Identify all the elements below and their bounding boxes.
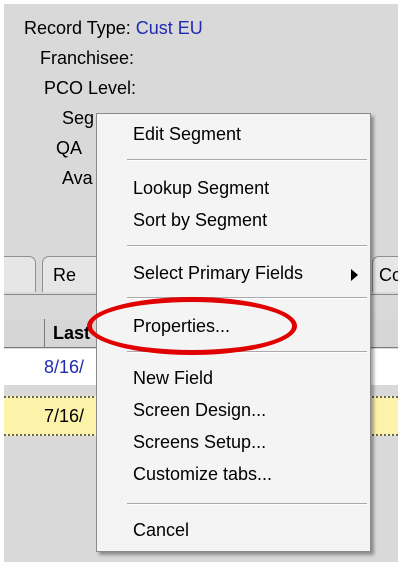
segment-label: Seg bbox=[62, 108, 95, 128]
menu-item-screen-design[interactable]: Screen Design... bbox=[133, 400, 266, 421]
menu-item-select-primary-fields[interactable]: Select Primary Fields bbox=[133, 263, 303, 284]
menu-item-customize-tabs[interactable]: Customize tabs... bbox=[133, 464, 272, 485]
tab-re-label: Re bbox=[53, 265, 77, 285]
pco-level-label: PCO Level: bbox=[44, 78, 137, 98]
row-date: 8/16/ bbox=[44, 357, 85, 377]
highlight-annotation bbox=[87, 297, 297, 355]
record-type-value[interactable]: Cust EU bbox=[136, 18, 203, 38]
menu-item-lookup-segment[interactable]: Lookup Segment bbox=[133, 178, 269, 199]
record-type-label: Record Type: bbox=[24, 18, 131, 38]
menu-item-sort-by-segment[interactable]: Sort by Segment bbox=[133, 210, 267, 231]
menu-item-screens-setup[interactable]: Screens Setup... bbox=[133, 432, 266, 453]
submenu-arrow-icon bbox=[351, 269, 358, 281]
tab-co-label: Co bbox=[379, 265, 398, 285]
menu-item-cancel[interactable]: Cancel bbox=[133, 520, 189, 541]
menu-separator bbox=[127, 159, 367, 161]
available-label: Ava bbox=[62, 168, 93, 188]
menu-item-new-field[interactable]: New Field bbox=[133, 368, 213, 389]
menu-item-edit-segment[interactable]: Edit Segment bbox=[133, 124, 241, 145]
menu-separator bbox=[127, 245, 367, 247]
franchisee-label: Franchisee: bbox=[40, 48, 135, 68]
tab-hidden-left[interactable] bbox=[4, 256, 36, 292]
qa-label: QA bbox=[56, 138, 83, 158]
record-type-line: Record Type: Cust EU bbox=[24, 18, 203, 39]
tab-co[interactable]: Co bbox=[372, 256, 398, 292]
menu-separator bbox=[127, 503, 367, 505]
row-date: 7/16/ bbox=[44, 406, 85, 426]
